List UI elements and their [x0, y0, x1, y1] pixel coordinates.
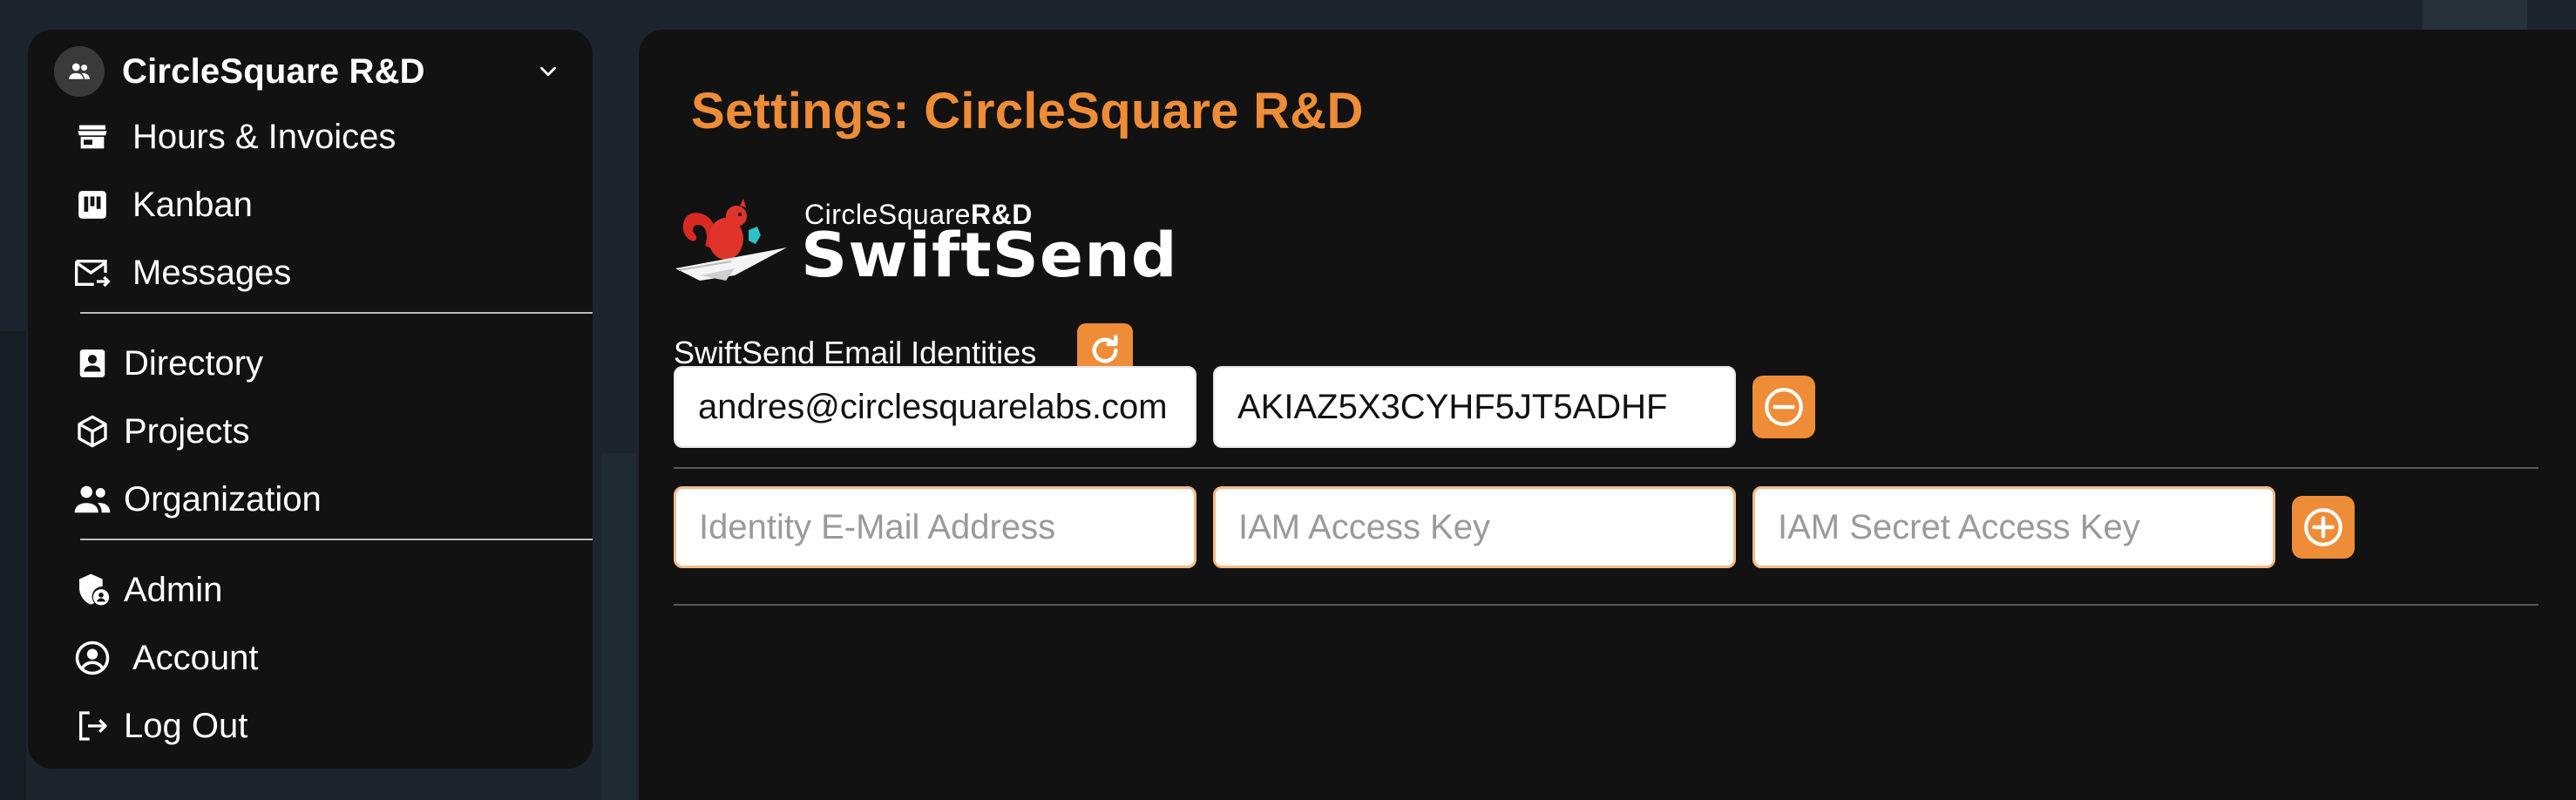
identity-access-key-field[interactable] — [1213, 366, 1736, 448]
chevron-down-icon[interactable] — [535, 58, 561, 85]
contact-card-icon — [73, 344, 112, 383]
new-iam-secret-key-input[interactable] — [1752, 486, 2275, 568]
nav-group-work: Hours & Invoices Kanban Messages — [52, 96, 568, 307]
logout-icon — [73, 707, 112, 745]
nav-item-organization[interactable]: Organization — [52, 465, 568, 533]
nav-item-label: Directory — [124, 343, 264, 383]
users-icon — [73, 480, 112, 519]
new-identity-email-input[interactable] — [674, 486, 1196, 568]
nav-item-messages[interactable]: Messages — [52, 239, 568, 307]
nav-divider — [80, 539, 593, 540]
org-switcher[interactable]: CircleSquare R&D — [52, 46, 568, 97]
nav-divider — [80, 312, 593, 314]
nav-item-label: Account — [132, 638, 259, 677]
refresh-icon — [1092, 334, 1118, 363]
logo-product-text: SwiftSend — [801, 220, 1178, 291]
minus-circle-icon — [1765, 388, 1803, 426]
nav-item-hours-invoices[interactable]: Hours & Invoices — [52, 103, 568, 171]
users-icon — [69, 63, 90, 79]
nav-item-directory[interactable]: Directory — [52, 329, 568, 397]
settings-panel: Settings: CircleSquare R&D CircleSquareR… — [639, 30, 2576, 800]
plus-circle-icon — [2304, 508, 2342, 546]
sidebar: CircleSquare R&D Hours & Invoices Kanban… — [28, 30, 593, 769]
nav-item-label: Organization — [124, 479, 322, 519]
squirrel-logo-icon — [675, 199, 787, 281]
page-title: Settings: CircleSquare R&D — [691, 83, 1364, 139]
nav-item-admin[interactable]: Admin — [52, 556, 568, 624]
swiftsend-logo: CircleSquareR&D SwiftSend — [674, 195, 1177, 308]
mail-icon — [73, 254, 112, 292]
new-iam-access-key-input[interactable] — [1213, 486, 1736, 568]
cube-icon — [73, 412, 112, 451]
row-divider — [674, 604, 2539, 606]
nav-item-label: Kanban — [132, 185, 253, 224]
nav-group-user: Admin Account Log Out — [52, 549, 568, 760]
org-name: CircleSquare R&D — [122, 51, 425, 91]
kanban-icon — [73, 186, 112, 224]
remove-identity-button[interactable] — [1752, 376, 1815, 438]
row-divider — [674, 467, 2539, 469]
nav-item-projects[interactable]: Projects — [52, 397, 568, 465]
org-avatar — [54, 46, 105, 97]
nav-item-label: Admin — [124, 570, 223, 609]
identity-email-field[interactable] — [674, 366, 1196, 448]
nav-item-account[interactable]: Account — [52, 624, 568, 692]
nav-item-label: Hours & Invoices — [132, 117, 397, 156]
nav-item-label: Log Out — [124, 706, 248, 745]
nav-item-logout[interactable]: Log Out — [52, 692, 568, 760]
nav-group-org: Directory Projects Organization — [52, 322, 568, 533]
add-identity-button[interactable] — [2292, 496, 2355, 559]
shield-user-icon — [73, 571, 112, 609]
nav-item-label: Messages — [132, 253, 292, 292]
store-icon — [73, 118, 112, 156]
account-circle-icon — [73, 639, 112, 677]
nav-item-label: Projects — [124, 411, 250, 451]
nav-item-kanban[interactable]: Kanban — [52, 171, 568, 239]
